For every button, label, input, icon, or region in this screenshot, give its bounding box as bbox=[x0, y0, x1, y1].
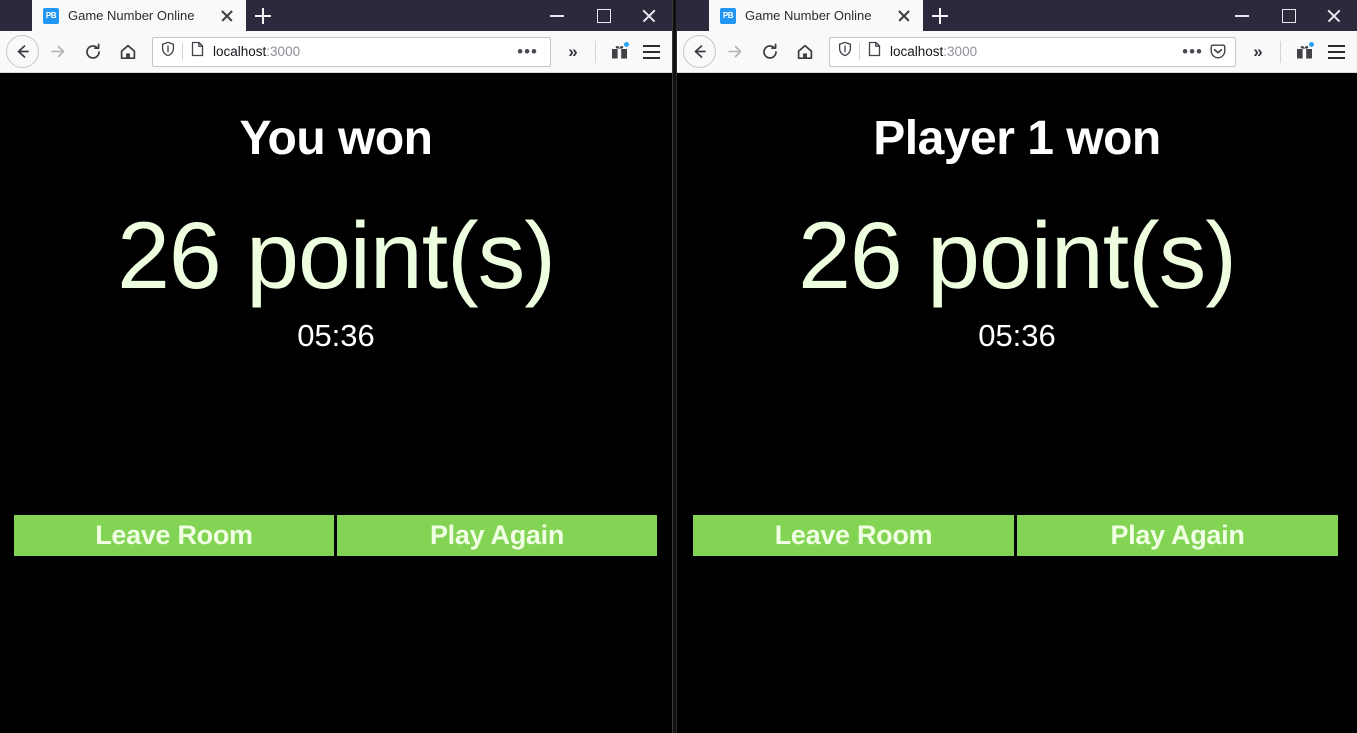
page-icon bbox=[190, 41, 205, 62]
play-again-button[interactable]: Play Again bbox=[1017, 515, 1338, 556]
action-buttons-left: Leave Room Play Again bbox=[0, 515, 672, 556]
window-minimize-icon[interactable] bbox=[1219, 0, 1265, 31]
url-text[interactable]: localhost:3000 bbox=[213, 44, 511, 59]
extensions-icon[interactable] bbox=[1289, 35, 1319, 68]
timer-display: 05:36 bbox=[978, 318, 1056, 353]
double-chevron-icon[interactable]: » bbox=[559, 35, 587, 68]
url-bar-right[interactable]: localhost:3000 ••• bbox=[829, 36, 1236, 67]
toolbar-divider bbox=[1280, 40, 1281, 63]
window-maximize-icon[interactable] bbox=[580, 0, 626, 31]
new-tab-plus-icon[interactable] bbox=[246, 0, 280, 31]
nav-toolbar-left: localhost:3000 ••• » bbox=[0, 31, 672, 73]
desktop: PB Game Number Online localhost:3000 •••… bbox=[0, 0, 1357, 733]
tab-title: Game Number Online bbox=[68, 8, 195, 23]
shield-icon[interactable] bbox=[160, 41, 176, 62]
urlbar-divider bbox=[859, 43, 860, 60]
forward-arrow-icon[interactable] bbox=[718, 35, 751, 68]
tabstrip-spacer bbox=[677, 0, 709, 31]
tabstrip-spacer bbox=[0, 0, 32, 31]
home-icon[interactable] bbox=[788, 35, 821, 68]
new-tab-plus-icon[interactable] bbox=[923, 0, 957, 31]
tab-game-number-online[interactable]: PB Game Number Online bbox=[709, 0, 924, 31]
toolbar-divider bbox=[595, 40, 596, 63]
url-bar-left[interactable]: localhost:3000 ••• bbox=[152, 36, 551, 67]
back-arrow-icon[interactable] bbox=[683, 35, 716, 68]
play-again-button[interactable]: Play Again bbox=[337, 515, 657, 556]
more-options-icon[interactable]: ••• bbox=[1176, 43, 1209, 60]
nav-toolbar-right: localhost:3000 ••• » bbox=[677, 31, 1357, 73]
window-controls-left bbox=[534, 0, 672, 31]
window-close-icon[interactable] bbox=[626, 0, 672, 31]
more-options-icon[interactable]: ••• bbox=[511, 43, 544, 60]
shield-icon[interactable] bbox=[837, 41, 853, 62]
window-maximize-icon[interactable] bbox=[1265, 0, 1311, 31]
page-icon bbox=[867, 41, 882, 62]
reload-icon[interactable] bbox=[753, 35, 786, 68]
tab-close-icon[interactable] bbox=[217, 6, 237, 26]
leave-room-button[interactable]: Leave Room bbox=[14, 515, 334, 556]
result-title: Player 1 won bbox=[873, 112, 1161, 165]
game-page-right: Player 1 won 26 point(s) 05:36 Leave Roo… bbox=[677, 73, 1357, 733]
url-host: localhost bbox=[213, 44, 267, 59]
tab-favicon-icon: PB bbox=[720, 7, 736, 24]
hamburger-menu-icon[interactable] bbox=[1321, 35, 1351, 68]
window-controls-right bbox=[1219, 0, 1357, 31]
pocket-icon[interactable] bbox=[1209, 43, 1229, 61]
tab-close-icon[interactable] bbox=[894, 6, 914, 26]
leave-room-button[interactable]: Leave Room bbox=[693, 515, 1014, 556]
points-display: 26 point(s) bbox=[117, 203, 556, 309]
window-minimize-icon[interactable] bbox=[534, 0, 580, 31]
extensions-notification-badge bbox=[623, 41, 630, 48]
tab-title: Game Number Online bbox=[745, 8, 872, 23]
points-display: 26 point(s) bbox=[798, 203, 1237, 309]
window-close-icon[interactable] bbox=[1311, 0, 1357, 31]
browser-window-right: PB Game Number Online localhost:3000 •••… bbox=[677, 0, 1357, 733]
extensions-notification-badge bbox=[1308, 41, 1315, 48]
action-buttons-right: Leave Room Play Again bbox=[677, 515, 1357, 556]
tab-favicon-icon: PB bbox=[43, 7, 59, 24]
tab-strip-right: PB Game Number Online bbox=[677, 0, 1357, 31]
home-icon[interactable] bbox=[111, 35, 144, 68]
tab-game-number-online[interactable]: PB Game Number Online bbox=[32, 0, 247, 31]
reload-icon[interactable] bbox=[76, 35, 109, 68]
back-arrow-icon[interactable] bbox=[6, 35, 39, 68]
hamburger-menu-icon[interactable] bbox=[636, 35, 666, 68]
timer-display: 05:36 bbox=[297, 318, 375, 353]
forward-arrow-icon[interactable] bbox=[41, 35, 74, 68]
double-chevron-icon[interactable]: » bbox=[1244, 35, 1272, 68]
tab-strip-left: PB Game Number Online bbox=[0, 0, 672, 31]
extensions-icon[interactable] bbox=[604, 35, 634, 68]
urlbar-divider bbox=[182, 43, 183, 60]
game-page-left: You won 26 point(s) 05:36 Leave Room Pla… bbox=[0, 73, 672, 733]
url-host: localhost bbox=[890, 44, 944, 59]
url-port: :3000 bbox=[266, 44, 301, 59]
browser-window-left: PB Game Number Online localhost:3000 •••… bbox=[0, 0, 672, 733]
result-title: You won bbox=[239, 112, 433, 165]
url-port: :3000 bbox=[943, 44, 978, 59]
url-text[interactable]: localhost:3000 bbox=[890, 44, 1176, 59]
